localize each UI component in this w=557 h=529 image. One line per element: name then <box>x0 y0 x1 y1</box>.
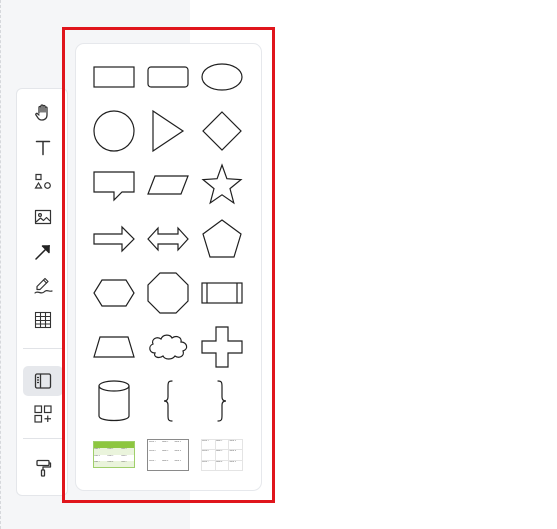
shapes-icon <box>34 173 51 189</box>
pen-tool-button[interactable] <box>23 271 63 301</box>
toolbar-divider <box>23 348 63 349</box>
sidebar-panel-button[interactable] <box>23 366 63 396</box>
toolbar-divider <box>23 438 63 439</box>
arrow-tool-button[interactable] <box>23 237 63 267</box>
text-tool-icon <box>35 140 51 156</box>
add-widget-button[interactable] <box>23 399 63 429</box>
text-tool-button[interactable] <box>23 133 63 163</box>
hand-tool-button[interactable] <box>23 98 63 128</box>
image-tool-button[interactable] <box>23 202 63 232</box>
table-icon <box>34 311 52 329</box>
add-widget-icon <box>34 405 52 423</box>
format-painter-button[interactable] <box>23 453 63 483</box>
sidebar-edge <box>0 0 3 529</box>
shapes-tool-button[interactable] <box>23 168 63 198</box>
vertical-toolbar <box>16 88 68 496</box>
image-icon <box>34 209 52 225</box>
sidebar-panel-icon <box>34 373 52 389</box>
hand-icon <box>35 104 48 121</box>
format-painter-icon <box>36 459 52 477</box>
selection-highlight-frame <box>62 27 275 503</box>
table-tool-button[interactable] <box>23 305 63 335</box>
pen-icon <box>34 277 53 294</box>
arrow-icon <box>35 245 50 260</box>
